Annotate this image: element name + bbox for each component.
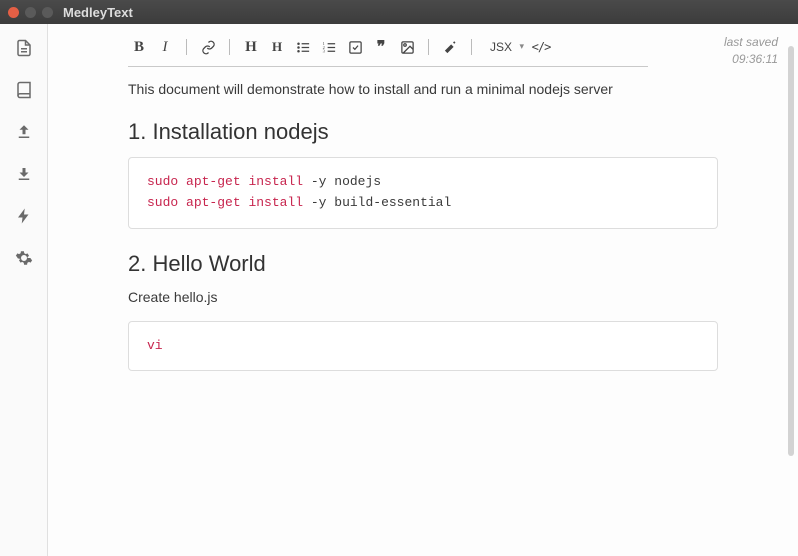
window-titlebar: MedleyText bbox=[0, 0, 798, 24]
language-dropdown[interactable]: JSX bbox=[482, 36, 526, 58]
upload-icon[interactable] bbox=[14, 122, 34, 142]
heading-installation: 1. Installation nodejs bbox=[128, 119, 718, 145]
highlight-button[interactable] bbox=[439, 36, 461, 58]
window-minimize-button[interactable] bbox=[25, 7, 36, 18]
toolbar-separator bbox=[471, 39, 472, 55]
window-maximize-button[interactable] bbox=[42, 7, 53, 18]
document-icon[interactable] bbox=[14, 38, 34, 58]
toolbar-separator bbox=[428, 39, 429, 55]
heading-large-button[interactable]: H bbox=[240, 36, 262, 58]
bold-button[interactable]: B bbox=[128, 36, 150, 58]
left-sidebar bbox=[0, 24, 48, 556]
toolbar-separator bbox=[186, 39, 187, 55]
intro-text: This document will demonstrate how to in… bbox=[128, 81, 718, 97]
bolt-icon[interactable] bbox=[14, 206, 34, 226]
last-saved-time: 09:36:11 bbox=[724, 51, 778, 68]
window-title: MedleyText bbox=[63, 5, 133, 20]
book-icon[interactable] bbox=[14, 80, 34, 100]
document-content[interactable]: This document will demonstrate how to in… bbox=[108, 81, 738, 371]
last-saved-label: last saved bbox=[724, 34, 778, 51]
checklist-button[interactable] bbox=[344, 36, 366, 58]
hello-world-text: Create hello.js bbox=[128, 289, 718, 305]
format-toolbar: B I H H 123 ❞ bbox=[128, 36, 648, 67]
editor-pane: last saved 09:36:11 B I H H 123 ❞ bbox=[48, 24, 798, 556]
gear-icon[interactable] bbox=[14, 248, 34, 268]
image-button[interactable] bbox=[396, 36, 418, 58]
scrollbar[interactable] bbox=[788, 46, 794, 456]
code-block-button[interactable]: </> bbox=[530, 36, 552, 58]
code-block-install[interactable]: sudo apt-get install -y nodejs sudo apt-… bbox=[128, 157, 718, 229]
heading-hello-world: 2. Hello World bbox=[128, 251, 718, 277]
code-block-vi[interactable]: vi bbox=[128, 321, 718, 372]
unordered-list-button[interactable] bbox=[292, 36, 314, 58]
heading-small-button[interactable]: H bbox=[266, 36, 288, 58]
window-close-button[interactable] bbox=[8, 7, 19, 18]
link-button[interactable] bbox=[197, 36, 219, 58]
svg-text:3: 3 bbox=[322, 48, 325, 53]
last-saved-status: last saved 09:36:11 bbox=[724, 34, 778, 68]
quote-button[interactable]: ❞ bbox=[370, 36, 392, 58]
italic-button[interactable]: I bbox=[154, 36, 176, 58]
download-icon[interactable] bbox=[14, 164, 34, 184]
ordered-list-button[interactable]: 123 bbox=[318, 36, 340, 58]
toolbar-separator bbox=[229, 39, 230, 55]
